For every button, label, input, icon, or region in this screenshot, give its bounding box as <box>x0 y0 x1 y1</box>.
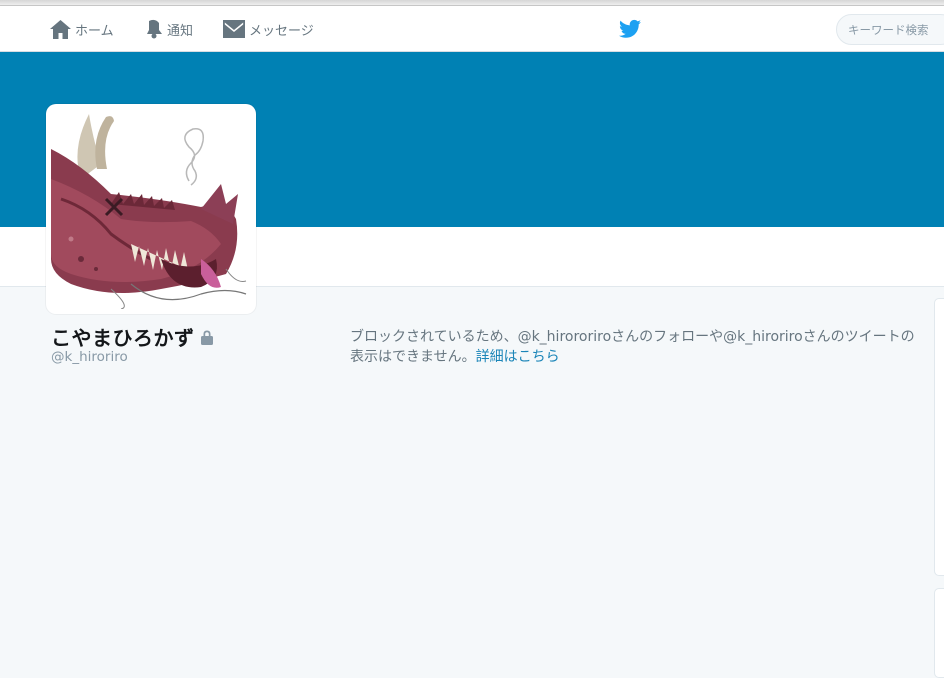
profile-avatar[interactable] <box>46 104 256 314</box>
learn-more-link[interactable]: 詳細はこちら <box>476 349 560 365</box>
bell-icon <box>147 19 162 39</box>
nav-notifications[interactable]: 通知 <box>145 6 193 52</box>
nav-messages-label: メッセージ <box>249 23 314 39</box>
avatar-illustration <box>51 109 251 309</box>
profile-full-name[interactable]: こやまひろかず <box>51 322 195 351</box>
profile-handle[interactable]: @k_hiroriro <box>51 349 128 365</box>
search-input[interactable] <box>836 14 944 45</box>
nav-messages[interactable]: メッセージ <box>223 6 314 52</box>
nav-home[interactable]: ホーム <box>50 6 114 52</box>
blocked-notice-text: ブロックされているため、@k_hirororiroさんのフォローや@k_hiro… <box>350 329 915 365</box>
nav-notifications-label: 通知 <box>167 23 194 39</box>
blocked-notice: ブロックされているため、@k_hirororiroさんのフォローや@k_hiro… <box>350 327 925 367</box>
right-sidebar-card <box>934 588 944 678</box>
top-nav-bar: ホーム 通知 メッセージ <box>0 6 944 52</box>
nav-home-label: ホーム <box>75 23 114 39</box>
lock-icon <box>200 330 213 345</box>
envelope-icon <box>223 20 245 38</box>
twitter-bird-icon[interactable] <box>619 19 641 39</box>
profile-name-row: こやまひろかず <box>51 322 213 351</box>
home-icon <box>50 19 71 39</box>
right-sidebar-card <box>934 298 944 576</box>
